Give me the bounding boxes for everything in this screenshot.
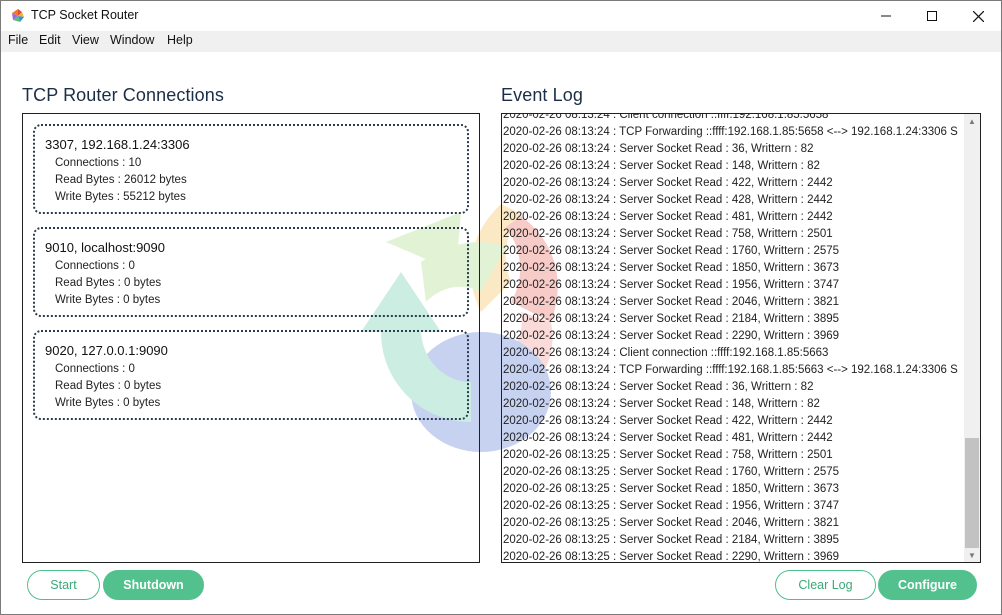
log-entry: 2020-02-26 08:13:24 : Client connection … [503,347,829,359]
log-entry: 2020-02-26 08:13:24 : Server Socket Read… [503,313,840,325]
start-button[interactable]: Start [27,570,100,600]
log-entry: 2020-02-26 08:13:25 : Server Socket Read… [503,551,840,563]
close-button[interactable] [955,1,1001,31]
main-content: TCP Router Connections Event Log 3307, 1… [1,52,1001,614]
event-log-scrollbar[interactable]: ▲ ▼ [964,114,980,562]
log-entry: 2020-02-26 08:13:25 : Server Socket Read… [503,534,840,546]
clear-log-button[interactable]: Clear Log [775,570,876,600]
log-entry: 2020-02-26 08:13:24 : Client connection … [503,113,829,121]
connection-count: Connections : 0 [55,363,135,375]
shutdown-button[interactable]: Shutdown [103,570,204,600]
log-entry: 2020-02-26 08:13:24 : Server Socket Read… [503,228,833,240]
connection-write-bytes: Write Bytes : 0 bytes [55,397,161,409]
log-entry: 2020-02-26 08:13:24 : TCP Forwarding ::f… [503,126,958,138]
log-entry: 2020-02-26 08:13:25 : Server Socket Read… [503,449,833,461]
chevron-down-icon[interactable]: ▼ [964,548,980,562]
log-entry: 2020-02-26 08:13:24 : Server Socket Read… [503,296,840,308]
minimize-icon [881,15,891,17]
menu-view[interactable]: View [72,33,99,47]
event-log-title: Event Log [501,85,583,105]
chevron-up-icon[interactable]: ▲ [964,114,980,128]
minimize-button[interactable] [863,1,909,31]
log-entry: 2020-02-26 08:13:25 : Server Socket Read… [503,466,840,478]
menu-bar: File Edit View Window Help [1,31,1001,52]
connection-name: 9010, localhost:9090 [45,240,165,255]
log-entry: 2020-02-26 08:13:25 : Server Socket Read… [503,517,840,529]
menu-file[interactable]: File [8,33,28,47]
maximize-icon [927,11,937,21]
log-entry: 2020-02-26 08:13:25 : Server Socket Read… [503,500,840,512]
log-entry: 2020-02-26 08:13:24 : Server Socket Read… [503,211,833,223]
log-entry: 2020-02-26 08:13:24 : Server Socket Read… [503,245,840,257]
connection-card[interactable]: 9010, localhost:9090 Connections : 0 Rea… [33,227,469,317]
log-entry: 2020-02-26 08:13:24 : Server Socket Read… [503,330,840,342]
event-log-panel[interactable]: 2020-02-26 08:13:24 : Client connection … [501,113,981,563]
menu-window[interactable]: Window [110,33,154,47]
connection-name: 9020, 127.0.0.1:9090 [45,343,168,358]
log-entry: 2020-02-26 08:13:24 : Server Socket Read… [503,415,833,427]
log-entry: 2020-02-26 08:13:25 : Server Socket Read… [503,483,840,495]
log-entry: 2020-02-26 08:13:24 : Server Socket Read… [503,279,840,291]
tcp-router-logo-icon [12,9,24,22]
connection-count: Connections : 10 [55,157,142,169]
connection-card[interactable]: 9020, 127.0.0.1:9090 Connections : 0 Rea… [33,330,469,420]
connection-write-bytes: Write Bytes : 55212 bytes [55,191,186,203]
event-log-list: 2020-02-26 08:13:24 : Client connection … [503,113,965,563]
connection-card[interactable]: 3307, 192.168.1.24:3306 Connections : 10… [33,124,469,214]
connections-title: TCP Router Connections [22,85,224,105]
connection-count: Connections : 0 [55,260,135,272]
close-icon [972,10,984,22]
app-window: TCP Socket Router File Edit View Window … [0,0,1002,615]
connection-read-bytes: Read Bytes : 0 bytes [55,380,162,392]
log-entry: 2020-02-26 08:13:24 : Server Socket Read… [503,262,840,274]
connection-name: 3307, 192.168.1.24:3306 [45,137,190,152]
log-entry: 2020-02-26 08:13:24 : Server Socket Read… [503,143,814,155]
connection-read-bytes: Read Bytes : 0 bytes [55,277,162,289]
window-title: TCP Socket Router [31,8,139,22]
connections-panel: 3307, 192.168.1.24:3306 Connections : 10… [22,113,480,563]
scrollbar-thumb[interactable] [965,438,979,548]
log-entry: 2020-02-26 08:13:24 : TCP Forwarding ::f… [503,364,958,376]
log-entry: 2020-02-26 08:13:24 : Server Socket Read… [503,160,820,172]
log-entry: 2020-02-26 08:13:24 : Server Socket Read… [503,177,833,189]
log-entry: 2020-02-26 08:13:24 : Server Socket Read… [503,432,833,444]
connection-read-bytes: Read Bytes : 26012 bytes [55,174,187,186]
title-bar[interactable]: TCP Socket Router [1,1,1001,31]
log-entry: 2020-02-26 08:13:24 : Server Socket Read… [503,381,814,393]
connection-write-bytes: Write Bytes : 0 bytes [55,294,161,306]
log-entry: 2020-02-26 08:13:24 : Server Socket Read… [503,194,833,206]
log-entry: 2020-02-26 08:13:24 : Server Socket Read… [503,398,820,410]
configure-button[interactable]: Configure [878,570,977,600]
menu-help[interactable]: Help [167,33,193,47]
maximize-button[interactable] [909,1,955,31]
menu-edit[interactable]: Edit [39,33,61,47]
